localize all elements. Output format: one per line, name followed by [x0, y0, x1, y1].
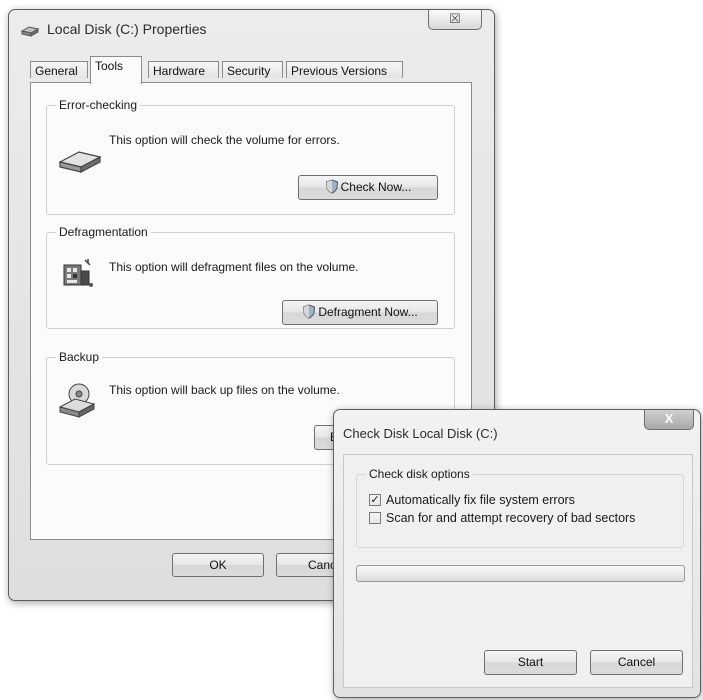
- tab-label: General: [35, 64, 78, 78]
- backup-icon: [57, 380, 97, 423]
- dialog-title: Check Disk Local Disk (C:): [343, 426, 498, 441]
- scan-bad-sectors-checkbox[interactable]: [369, 512, 381, 524]
- option-fix-errors[interactable]: ✓ Automatically fix file system errors: [369, 492, 679, 508]
- group-label: Check disk options: [366, 467, 473, 481]
- error-checking-group: Error-checking This option will check th…: [46, 98, 455, 215]
- defragmentation-group: Defragmentation This option will defragm…: [46, 225, 455, 329]
- defragment-now-button[interactable]: Defragment Now...: [282, 300, 438, 325]
- defrag-description: This option will defragment files on the…: [109, 260, 359, 274]
- defrag-icon: [61, 257, 97, 294]
- option-scan-bad-sectors[interactable]: Scan for and attempt recovery of bad sec…: [369, 510, 679, 526]
- defragment-now-label: Defragment Now...: [318, 305, 418, 319]
- cancel-label: Canc: [307, 558, 336, 572]
- check-now-button[interactable]: Check Now...: [298, 175, 438, 200]
- drive-title-icon: [20, 22, 40, 38]
- tab-label: Previous Versions: [291, 64, 388, 78]
- check-disk-dialog: Check Disk Local Disk (C:) X Check disk …: [333, 409, 701, 698]
- tab-label: Security: [227, 64, 271, 78]
- error-checking-description: This option will check the volume for er…: [109, 133, 340, 147]
- check-disk-options-group: Check disk options ✓ Automatically fix f…: [356, 467, 684, 548]
- start-button[interactable]: Start: [484, 650, 577, 675]
- close-icon: ☒: [449, 11, 461, 26]
- tab-security[interactable]: Security: [222, 61, 283, 78]
- shield-icon: [302, 304, 316, 326]
- hard-drive-icon: [57, 146, 103, 179]
- dialog-cancel-label: Cancel: [617, 655, 656, 669]
- tab-label: Tools: [95, 59, 124, 73]
- dialog-cancel-button[interactable]: Cancel: [590, 650, 683, 675]
- dialog-close-button[interactable]: X: [644, 410, 694, 430]
- group-label: Error-checking: [56, 98, 141, 112]
- tab-tools[interactable]: Tools: [90, 56, 142, 84]
- close-icon: X: [664, 411, 674, 426]
- fix-errors-label: Automatically fix file system errors: [386, 493, 575, 507]
- close-button[interactable]: ☒: [428, 10, 482, 30]
- tab-hardware[interactable]: Hardware: [148, 61, 219, 78]
- tab-label: Hardware: [153, 64, 206, 78]
- window-title: Local Disk (C:) Properties: [47, 21, 207, 37]
- ok-button[interactable]: OK: [172, 553, 264, 577]
- tab-previous-versions[interactable]: Previous Versions: [286, 61, 403, 78]
- shield-icon: [325, 179, 339, 201]
- progress-bar: [356, 565, 685, 582]
- tab-general[interactable]: General: [30, 61, 88, 78]
- dialog-client: Check disk options ✓ Automatically fix f…: [343, 454, 693, 688]
- group-label: Backup: [56, 350, 103, 364]
- fix-errors-checkbox[interactable]: ✓: [369, 494, 381, 506]
- ok-label: OK: [209, 558, 227, 572]
- start-label: Start: [517, 655, 544, 669]
- scan-bad-sectors-label: Scan for and attempt recovery of bad sec…: [386, 511, 636, 525]
- group-label: Defragmentation: [56, 225, 151, 239]
- check-now-label: Check Now...: [340, 180, 412, 194]
- backup-description: This option will back up files on the vo…: [109, 383, 340, 397]
